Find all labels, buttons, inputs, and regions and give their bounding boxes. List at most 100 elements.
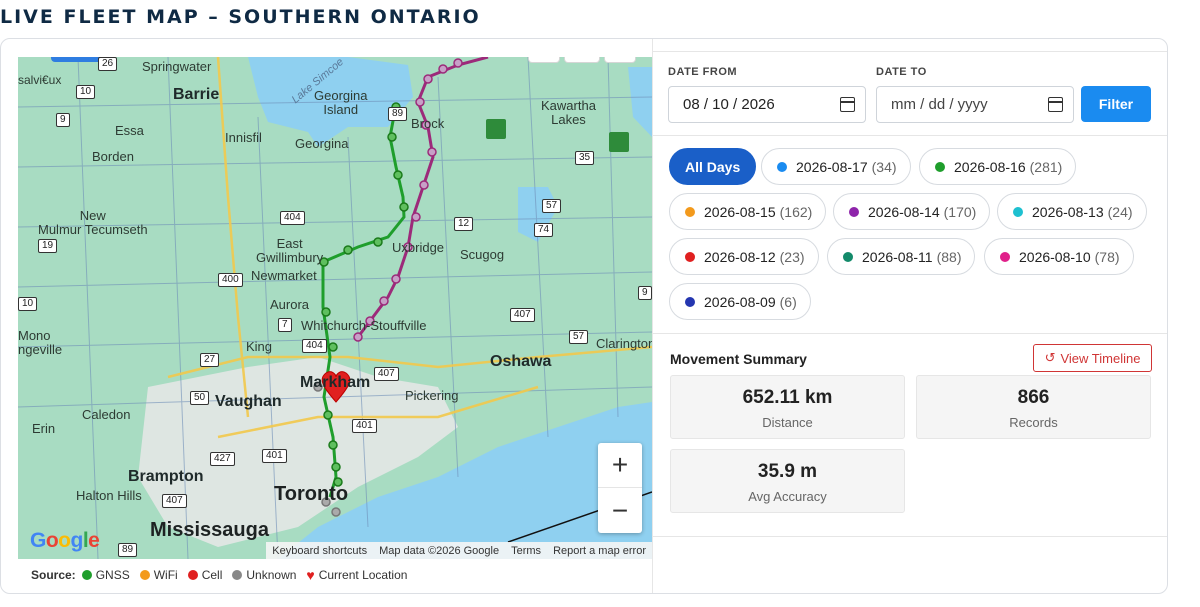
cell-dot-icon [187,570,198,580]
highway-shield: 35 [575,151,595,165]
place-label: Mono ngeville [18,328,63,357]
highway-shield: 89 [118,543,138,557]
stat-distance: 652.11 km Distance [670,375,905,439]
highway-shield: 401 [262,449,287,463]
highway-shield: 7 [278,318,292,332]
chip-day[interactable]: 2026-08-10 (78) [984,238,1134,275]
stat-accuracy: 35.9 m Avg Accuracy [670,449,905,513]
map-top-control[interactable] [564,57,600,63]
highway-shield: 404 [302,339,327,353]
chip-day[interactable]: 2026-08-16 (281) [919,148,1077,185]
highway-shield: 26 [98,57,118,71]
google-logo[interactable]: Google [30,529,100,553]
place-label: East Gwillimbury [256,236,324,265]
map-top-control[interactable] [604,57,636,63]
place-label: Essa [115,123,144,138]
legend-item-gnss: GNSS [81,568,130,582]
chip-day[interactable]: 2026-08-17 (34) [761,148,911,185]
place-label: Markham [300,374,371,391]
park-icon [609,132,629,152]
legend-item-wifi: WiFi [139,568,178,582]
filter-panel: DATE FROM DATE TO 08 / 10 / 2026 mm / dd… [652,39,1167,593]
place-label: Georgina Island [314,88,368,117]
highway-shield: 10 [76,85,96,99]
wifi-dot-icon [139,570,150,580]
zoom-control: + − [598,443,642,533]
movement-summary-title: Movement Summary [670,351,807,367]
highway-shield: 19 [38,239,58,253]
chip-day[interactable]: 2026-08-09 (6) [669,283,811,320]
place-label: Borden [92,149,134,164]
legend-item-cell: Cell [187,568,222,582]
calendar-icon[interactable] [1048,97,1063,112]
chip-day[interactable]: 2026-08-14 (170) [833,193,991,230]
keyboard-shortcuts-link[interactable]: Keyboard shortcuts [272,545,367,557]
place-label: Barrie [173,86,220,103]
filter-button[interactable]: Filter [1081,86,1151,122]
stat-records: 866 Records [916,375,1151,439]
chip-all-days[interactable]: All Days [669,148,757,185]
highway-shield: 57 [542,199,562,213]
place-label: Georgina [295,136,349,151]
place-label: Brock [411,116,445,131]
legend-item-current: ♥ Current Location [306,567,408,583]
highway-shield: 407 [374,367,399,381]
highway-shield: 404 [280,211,305,225]
highway-shield: 27 [200,353,220,367]
highway-shield: 407 [162,494,187,508]
date-to-input[interactable]: mm / dd / yyyy [876,86,1074,123]
date-from-value: 08 / 10 / 2026 [683,96,775,113]
chip-day[interactable]: 2026-08-15 (162) [669,193,827,230]
place-label: Pickering [405,388,459,403]
gnss-dot-icon [81,570,92,580]
place-label: Clarington [596,336,652,351]
legend-item-unknown: Unknown [232,568,296,582]
place-label: Mississauga [150,519,269,541]
place-label: Toronto [274,483,349,505]
highway-shield: 10 [18,297,38,311]
zoom-out-button[interactable]: − [598,488,642,533]
highway-shield: 57 [569,330,589,344]
place-label: King [246,339,273,354]
date-from-input[interactable]: 08 / 10 / 2026 [668,86,866,123]
place-label: salvi€ux [18,73,62,87]
map-top-control[interactable] [528,57,560,63]
highway-shield: 407 [510,308,535,322]
highway-shield: 9 [638,286,652,300]
highway-shield: 74 [534,223,554,237]
place-label: New Mulmur Tecumseth [38,208,148,237]
chip-day[interactable]: 2026-08-11 (88) [827,238,976,275]
calendar-icon[interactable] [840,97,855,112]
place-label: Kawartha Lakes [541,98,596,127]
place-label: Halton Hills [76,488,142,503]
report-error-link[interactable]: Report a map error [553,545,646,557]
unknown-dot-icon [232,570,243,580]
map-view[interactable]: Springwater salvi€ux Barrie Essa Borden … [18,57,652,559]
terms-link[interactable]: Terms [511,545,541,557]
chip-day[interactable]: 2026-08-12 (23) [669,238,819,275]
legend-label: Source: [31,568,76,582]
park-icon [486,119,506,139]
history-icon: ↺ [1044,350,1056,365]
place-label: Aurora [270,297,310,312]
place-label: Erin [32,421,56,436]
place-label: Caledon [82,407,131,422]
chip-day[interactable]: 2026-08-13 (24) [997,193,1147,230]
place-label: Brampton [128,468,204,485]
heart-icon: ♥ [306,567,315,583]
highway-shield: 12 [454,217,474,231]
place-label: Scugog [460,247,505,262]
date-from-label: DATE FROM [668,66,738,78]
place-label: Whitchurch-Stouffville [301,318,427,333]
zoom-in-button[interactable]: + [598,443,642,488]
highway-shield: 50 [190,391,210,405]
place-label: Springwater [142,59,212,74]
page-title: LIVE FLEET MAP – SOUTHERN ONTARIO [0,6,481,28]
highway-shield: 401 [352,419,377,433]
place-label: Newmarket [251,268,317,283]
view-timeline-button[interactable]: ↺ View Timeline [1033,344,1152,372]
highway-shield: 427 [210,452,235,466]
place-label: Innisfil [225,130,262,145]
place-label: Vaughan [215,393,282,410]
source-legend: Source: GNSS WiFi Cell Unknown ♥ Current … [31,567,411,583]
